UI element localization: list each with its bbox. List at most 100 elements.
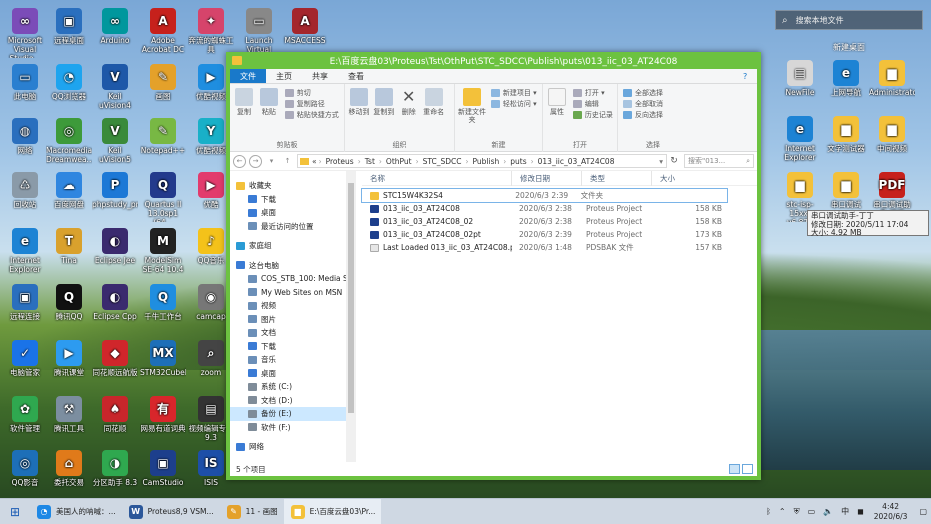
refresh-icon[interactable]: ↻ bbox=[667, 156, 681, 166]
desktop-icon-video-folder[interactable]: ▆ 中间视频 bbox=[869, 114, 915, 166]
nav-item-drive-c[interactable]: 系统 (C:) bbox=[230, 380, 356, 394]
tab-share[interactable]: 共享 bbox=[302, 69, 338, 83]
desktop-icon-qianniu[interactable]: Q 千牛工作台 bbox=[140, 282, 186, 334]
nav-item-star[interactable]: 收藏夹 bbox=[230, 179, 356, 193]
desktop-icon-vs[interactable]: ∞Microsoft Visual Studio... bbox=[2, 6, 48, 58]
scrollbar-thumb[interactable] bbox=[348, 183, 354, 413]
desktop-icon-ie[interactable]: e Internet Explorer bbox=[2, 226, 48, 278]
explorer-titlebar[interactable]: E:\百度云盘03\Proteus\Tst\OthPut\STC_SDCC\Pu… bbox=[226, 52, 761, 69]
file-row[interactable]: 013_iic_03_AT24C08_02pt 2020/6/3 2:39 Prot… bbox=[362, 228, 757, 241]
delete-button[interactable]: ✕ 删除 bbox=[398, 87, 420, 117]
file-row[interactable]: STC15W4K32S4 2020/6/3 2:39 文件夹 bbox=[361, 188, 728, 203]
file-row[interactable]: 013_iic_03_AT24C08 2020/6/3 2:38 Proteus P… bbox=[362, 202, 757, 215]
desktop-icon-tencent-tool[interactable]: ⚒ 腾讯工具 bbox=[46, 394, 92, 446]
tab-file[interactable]: 文件 bbox=[230, 69, 266, 83]
notification-icon[interactable]: ▢ bbox=[919, 507, 927, 516]
nav-item-drive-d[interactable]: 文档 (D:) bbox=[230, 394, 356, 408]
breadcrumb-separator-icon[interactable]: › bbox=[531, 157, 534, 166]
desktop-icon-tonghuashun2[interactable]: ♠ 同花顺 bbox=[92, 394, 138, 446]
desktop-icon-tencent-class[interactable]: ▶ 腾讯课堂 bbox=[46, 338, 92, 390]
back-button[interactable]: ← bbox=[233, 154, 246, 168]
desktop-icon-qq-browser[interactable]: ◔ QQ浏览器 bbox=[46, 62, 92, 114]
bluetooth-icon[interactable]: ᛒ bbox=[766, 507, 771, 516]
desktop-icon-eclipse-cpp[interactable]: ◐ Eclipse Cpp bbox=[92, 282, 138, 334]
details-view-button[interactable] bbox=[729, 464, 740, 474]
explorer-search-input[interactable]: 搜索"013... ⌕ bbox=[684, 154, 754, 168]
file-row[interactable]: 013_iic_03_AT24C08_02 2020/6/3 2:38 Proteu… bbox=[362, 215, 757, 228]
breadcrumb-separator-icon[interactable]: › bbox=[319, 157, 322, 166]
nav-item-network-nav[interactable]: 网络 bbox=[230, 440, 356, 454]
address-bar[interactable]: « › Proteus › Tst › OthPut › STC_SDCC › Publish › p… bbox=[297, 154, 667, 168]
desktop-icon-text-tester[interactable]: ▆ 文字测试器 bbox=[823, 114, 869, 166]
desktop-search-box[interactable]: ⌕ 搜索本地文件 bbox=[775, 10, 923, 30]
breadcrumb-separator-icon[interactable]: › bbox=[466, 157, 469, 166]
paste-shortcut-button[interactable]: 粘贴快捷方式 bbox=[284, 109, 339, 120]
nav-item-desktop[interactable]: 桌面 bbox=[230, 367, 356, 381]
clock[interactable]: 4:42 2020/6/3 bbox=[874, 502, 908, 522]
breadcrumb-separator-icon[interactable]: › bbox=[416, 157, 419, 166]
nav-item-media-server[interactable]: COS_STB_100: Media Serv bbox=[230, 272, 356, 286]
navigation-scrollbar[interactable] bbox=[346, 171, 356, 462]
desktop-icon-modelsim[interactable]: M ModelSim SE-64 10.4 bbox=[140, 226, 186, 278]
breadcrumb-item[interactable]: Publish bbox=[473, 157, 500, 166]
ime-indicator[interactable]: 中 bbox=[841, 506, 849, 517]
desktop-icon-remote-connect[interactable]: ▣ 远程连接 bbox=[2, 282, 48, 334]
nav-item-web-sites[interactable]: My Web Sites on MSN bbox=[230, 286, 356, 300]
breadcrumb-separator-icon[interactable]: › bbox=[503, 157, 506, 166]
taskbar-task[interactable]: ◔ 美国人的呐喊：... bbox=[30, 499, 122, 524]
desktop-icon-software-manager[interactable]: ✿ 软件管理 bbox=[2, 394, 48, 446]
rename-button[interactable]: 重命名 bbox=[423, 87, 445, 116]
address-dropdown-icon[interactable]: ▾ bbox=[656, 157, 666, 166]
column-date[interactable]: 修改日期 bbox=[512, 170, 582, 186]
copy-path-button[interactable]: 复制路径 bbox=[284, 98, 339, 109]
nav-item-download-folder[interactable]: 下载 bbox=[230, 193, 356, 207]
tab-view[interactable]: 查看 bbox=[338, 69, 374, 83]
up-button[interactable]: ↑ bbox=[281, 155, 294, 168]
breadcrumb-item[interactable]: Proteus bbox=[326, 157, 354, 166]
properties-button[interactable]: 属性 bbox=[546, 87, 568, 116]
easy-access-button[interactable]: 轻松访问 ▾ bbox=[490, 98, 537, 109]
copy-to-button[interactable]: 复制到 bbox=[373, 87, 395, 116]
file-row[interactable]: Last Loaded 013_iic_03_AT24C08.pds... 202… bbox=[362, 241, 757, 254]
nav-item-drive-f[interactable]: 软件 (F:) bbox=[230, 421, 356, 435]
desktop-icon-eclipse-jee[interactable]: ◐ Eclipse Jee bbox=[92, 226, 138, 278]
history-button[interactable]: 历史记录 bbox=[572, 109, 613, 120]
desktop-icon-pc-manager[interactable]: ✓ 电脑管家 bbox=[2, 338, 48, 390]
desktop-icon-network[interactable]: ◍ 网络 bbox=[2, 116, 48, 168]
breadcrumb-separator-icon[interactable]: › bbox=[358, 157, 361, 166]
open-button[interactable]: 打开 ▾ bbox=[572, 87, 613, 98]
network-tray-icon[interactable]: ▭ bbox=[808, 507, 816, 516]
nav-item-desktop-folder[interactable]: 桌面 bbox=[230, 206, 356, 220]
desktop-icon-keil5[interactable]: V Keil uVision5 bbox=[92, 116, 138, 168]
desktop-icon-baidu-pan[interactable]: ☁ 百度网盘 bbox=[46, 170, 92, 222]
column-size[interactable]: 大小 bbox=[652, 171, 736, 186]
desktop-icon-phpstudy[interactable]: Pphpstudy_pro bbox=[92, 170, 138, 222]
desktop-icon-tonghuashun[interactable]: ◆ 同花顺远航版 bbox=[92, 338, 138, 390]
nav-item-videos[interactable]: 视频 bbox=[230, 299, 356, 313]
desktop-icon-trade[interactable]: ⌂ 委托交易 bbox=[46, 448, 92, 500]
cut-button[interactable]: 剪切 bbox=[284, 87, 339, 98]
desktop-icon-this-pc[interactable]: ▭ 此电脑 bbox=[2, 62, 48, 114]
invert-selection-button[interactable]: 反向选择 bbox=[623, 109, 663, 120]
start-button[interactable]: ⊞ bbox=[0, 499, 30, 524]
copy-button[interactable]: 复制 bbox=[233, 87, 255, 116]
help-icon[interactable]: ? bbox=[743, 69, 757, 83]
desktop-icon-youdao[interactable]: 有网易有道词典 bbox=[140, 394, 186, 446]
edit-button[interactable]: 编辑 bbox=[572, 98, 613, 109]
app-tray-icon[interactable]: ◼ bbox=[857, 507, 864, 516]
chevron-up-icon[interactable]: ⌃ bbox=[779, 507, 786, 516]
desktop-icon-arduino[interactable]: ∞ Arduino bbox=[92, 6, 138, 58]
recent-locations-button[interactable]: ▾ bbox=[265, 155, 278, 168]
desktop-icon-qq[interactable]: Q 腾讯QQ bbox=[46, 282, 92, 334]
breadcrumb-separator-icon[interactable]: › bbox=[379, 157, 382, 166]
desktop-icon-virtual-serial[interactable]: ▭Launch Virtual Serial Po... bbox=[236, 6, 282, 58]
desktop-icon-ie-right[interactable]: e Internet Explorer bbox=[777, 114, 823, 166]
desktop-icon-qq-player[interactable]: ◎ QQ影音 bbox=[2, 448, 48, 500]
nav-item-recent[interactable]: 最近访问的位置 bbox=[230, 220, 356, 234]
desktop-icon-tina[interactable]: T Tina bbox=[46, 226, 92, 278]
nav-item-homegroup[interactable]: 家庭组 bbox=[230, 239, 356, 253]
paste-button[interactable]: 粘贴 bbox=[258, 87, 280, 116]
desktop-icon-newfile[interactable]: ▤ NewFile bbox=[777, 58, 823, 110]
volume-icon[interactable]: 🔈 bbox=[823, 507, 833, 516]
breadcrumb-item[interactable]: STC_SDCC bbox=[423, 157, 462, 166]
